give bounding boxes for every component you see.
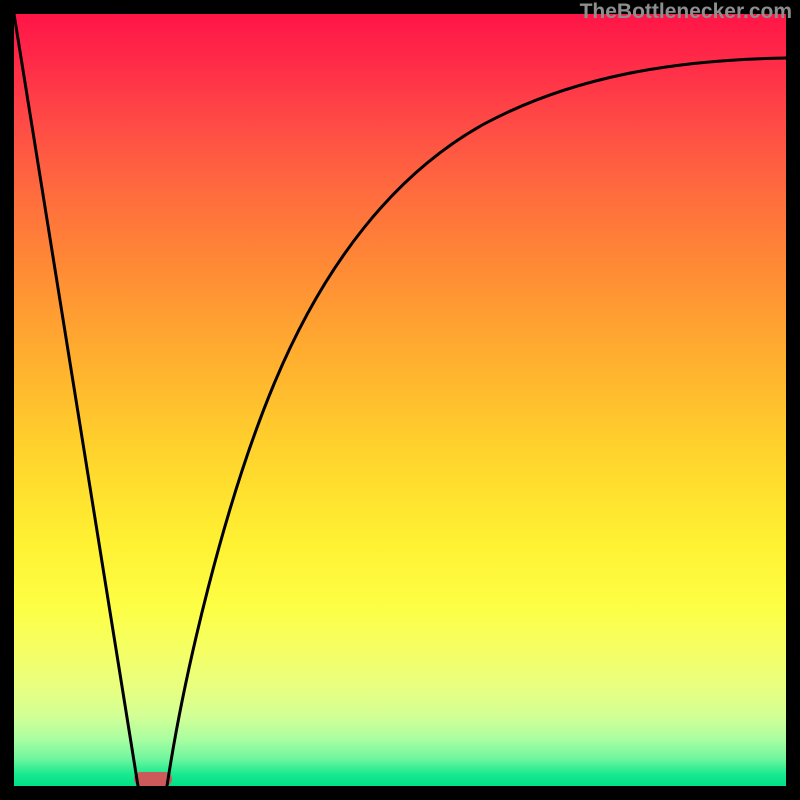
- plot-area: [14, 14, 786, 786]
- watermark: TheBottlenecker.com: [580, 0, 792, 24]
- curve-left-segment: [14, 14, 138, 786]
- curve-right-segment: [167, 58, 786, 786]
- bottleneck-curve: [14, 14, 786, 786]
